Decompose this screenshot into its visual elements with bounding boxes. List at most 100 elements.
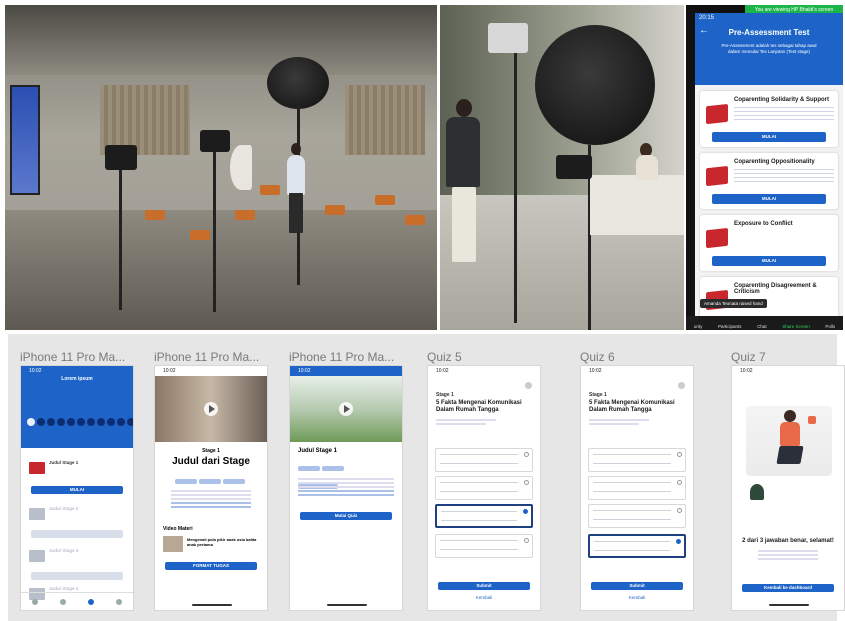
- heart-icon: [808, 416, 816, 424]
- stage-progress: [27, 418, 133, 426]
- pre-assessment-app: 20:15 ← Pre-Assessment Test Pre-Assessme…: [695, 13, 843, 330]
- profile-icon[interactable]: [116, 598, 122, 605]
- frame-quiz-5: 10:02 Stage 1 5 Fakta Mengenai Komunikas…: [427, 365, 541, 611]
- back-link[interactable]: Kembali: [581, 595, 693, 600]
- submit-button[interactable]: Submit: [591, 582, 683, 590]
- photo-interview-room: [440, 5, 684, 330]
- presenter: [287, 155, 305, 195]
- plant-illustration: [750, 484, 764, 500]
- start-button[interactable]: MULAI: [31, 486, 123, 494]
- floor: [5, 210, 437, 330]
- toolbar-share-screen[interactable]: Share Screen: [782, 324, 810, 329]
- start-button[interactable]: MULAI: [712, 132, 826, 142]
- stage-title: Judul Stage 1: [298, 448, 338, 454]
- desk: [590, 175, 684, 235]
- answer-option-selected[interactable]: [588, 534, 686, 558]
- softbox-light: [267, 57, 329, 109]
- frame-label: iPhone 11 Pro Ma...: [154, 350, 260, 364]
- stage-title: Judul dari Stage: [172, 456, 250, 467]
- home-icon[interactable]: [32, 598, 38, 605]
- app-header: ← Pre-Assessment Test Pre-Assessment ada…: [695, 23, 843, 85]
- frame-dashboard: 10:02 Lorem ipsum Judul Stage 1 MULAI Ju…: [20, 365, 134, 611]
- toolbar-polls[interactable]: Polls: [825, 324, 835, 329]
- camera-operator: [446, 117, 480, 187]
- start-button[interactable]: MULAI: [712, 256, 826, 266]
- zoom-screen-share: You are viewing HP Bhakti's screen 20:15…: [686, 5, 843, 330]
- prototype-canvas: iPhone 11 Pro Ma... 10:02 Lorem ipsum Ju…: [8, 334, 845, 621]
- start-button[interactable]: MULAI: [712, 194, 826, 204]
- answer-option[interactable]: [588, 448, 686, 472]
- book-icon: [706, 227, 728, 249]
- quiz-title: 5 Fakta Mengenai Komunikasi Dalam Rumah …: [436, 400, 522, 413]
- book-tab-icon[interactable]: [60, 598, 66, 605]
- radio-icon: [524, 452, 529, 457]
- quiz-title: 5 Fakta Mengenai Komunikasi Dalam Rumah …: [589, 400, 675, 413]
- toolbar-participants[interactable]: Participants: [718, 324, 742, 329]
- back-to-dashboard-button[interactable]: Kembali ke dashboard: [742, 584, 834, 592]
- radio-icon: [677, 508, 682, 513]
- play-icon[interactable]: [339, 402, 353, 416]
- radio-icon: [677, 480, 682, 485]
- test-card: Coparenting Solidarity & Support MULAI: [700, 91, 838, 147]
- frame-quiz-6: 10:02 Stage 1 5 Fakta Mengenai Komunikas…: [580, 365, 694, 611]
- tab-bar: [21, 592, 133, 610]
- test-card: Exposure to Conflict MULAI: [700, 215, 838, 271]
- book-icon: [29, 550, 45, 562]
- task-format-button[interactable]: FORMAT TUGAS: [165, 562, 257, 570]
- radio-icon: [677, 452, 682, 457]
- stage-tab-icon[interactable]: [88, 598, 94, 605]
- softbox-light: [535, 25, 655, 145]
- submit-button[interactable]: Submit: [438, 582, 530, 590]
- frame-stage-detail: 10:02 Stage 1 Judul dari Stage Video Mat…: [154, 365, 268, 611]
- video-thumbnail[interactable]: [155, 376, 267, 442]
- start-quiz-button[interactable]: Mulai Quiz: [300, 512, 392, 520]
- book-icon: [706, 103, 728, 125]
- zoom-toolbar: urity Participants Chat Share Screen Pol…: [686, 316, 843, 330]
- close-icon[interactable]: [678, 382, 685, 389]
- play-icon[interactable]: [204, 402, 218, 416]
- video-camera: [200, 130, 230, 152]
- status-bar: 20:15: [695, 13, 843, 23]
- answer-option[interactable]: [435, 534, 533, 558]
- radio-icon: [523, 509, 528, 514]
- hero-banner: 10:02 Lorem ipsum: [21, 366, 133, 448]
- frame-label: Quiz 7: [731, 350, 766, 364]
- frame-quiz-result: 10:02 2 dari 3 jawaban benar, selamat! K…: [731, 365, 845, 611]
- back-link[interactable]: Kembali: [428, 595, 540, 600]
- video-thumb-small[interactable]: [163, 536, 183, 552]
- photo-studio-hall: [5, 5, 437, 330]
- curtain: [345, 85, 425, 155]
- toolbar-security[interactable]: urity: [694, 324, 703, 329]
- back-arrow-icon[interactable]: ←: [699, 25, 709, 36]
- interviewee: [636, 155, 658, 180]
- frame-label: iPhone 11 Pro Ma...: [289, 350, 395, 364]
- frame-label: iPhone 11 Pro Ma...: [20, 350, 126, 364]
- frame-label: Quiz 5: [427, 350, 462, 364]
- light-head: [488, 23, 528, 53]
- video-camera: [556, 155, 592, 179]
- radio-icon: [524, 538, 529, 543]
- radio-icon: [524, 480, 529, 485]
- page-subtitle: Pre-Assessment adalah tes sebagai tahap …: [721, 43, 817, 54]
- frame-stage-intro: 10:02 Judul Stage 1 Mulai Quiz: [289, 365, 403, 611]
- answer-option[interactable]: [588, 504, 686, 528]
- frame-label: Quiz 6: [580, 350, 615, 364]
- answer-option-selected[interactable]: [435, 504, 533, 528]
- answer-option[interactable]: [435, 448, 533, 472]
- reflector: [230, 145, 252, 190]
- ceiling: [5, 5, 437, 75]
- raised-hand-toast: Amanda Teonata raised hand: [700, 299, 767, 308]
- answer-option[interactable]: [588, 476, 686, 500]
- toolbar-chat[interactable]: Chat: [757, 324, 767, 329]
- tv-screen: [10, 85, 40, 195]
- page-title: Pre-Assessment Test: [728, 28, 810, 37]
- test-card: Coparenting Oppositionality MULAI: [700, 153, 838, 209]
- answer-option[interactable]: [435, 476, 533, 500]
- video-thumbnail[interactable]: [290, 376, 402, 442]
- result-title: 2 dari 3 jawaban benar, selamat!: [742, 538, 834, 544]
- video-camera: [105, 145, 137, 170]
- book-icon: [29, 462, 45, 474]
- close-icon[interactable]: [525, 382, 532, 389]
- book-icon: [706, 165, 728, 187]
- radio-icon: [676, 539, 681, 544]
